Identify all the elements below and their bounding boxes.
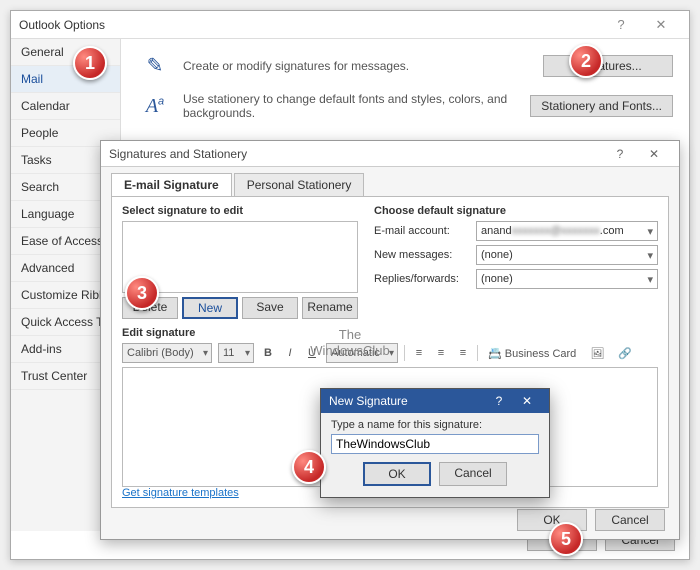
bold-button[interactable]: B — [260, 346, 276, 360]
signature-listbox[interactable] — [122, 221, 358, 293]
select-signature-label: Select signature to edit — [122, 205, 358, 217]
stationery-fonts-button[interactable]: Stationery and Fonts... — [530, 95, 673, 117]
email-account-label: E-mail account: — [374, 225, 470, 237]
callout-2: 2 — [569, 44, 603, 78]
rename-button[interactable]: Rename — [302, 297, 358, 319]
new-messages-select[interactable]: (none)▾ — [476, 245, 658, 265]
new-signature-titlebar: New Signature ? ✕ — [321, 389, 549, 413]
tab-personal-stationery[interactable]: Personal Stationery — [234, 173, 365, 196]
save-button[interactable]: Save — [242, 297, 298, 319]
close-icon[interactable]: ✕ — [641, 17, 681, 33]
chevron-down-icon: ▾ — [647, 273, 653, 286]
insert-image-icon[interactable]: 🖼 — [586, 346, 608, 361]
new-button[interactable]: New — [182, 297, 238, 319]
chevron-down-icon: ▾ — [647, 225, 653, 238]
new-messages-label: New messages: — [374, 249, 470, 261]
signatures-button[interactable]: Signatures... — [543, 55, 673, 77]
new-signature-ok-button[interactable]: OK — [363, 462, 431, 486]
italic-button[interactable]: I — [282, 346, 298, 360]
help-icon[interactable]: ? — [601, 17, 641, 32]
sidebar-item-calendar[interactable]: Calendar — [11, 93, 120, 120]
callout-5: 5 — [549, 522, 583, 556]
chevron-down-icon: ▾ — [647, 249, 653, 262]
signature-name-prompt: Type a name for this signature: — [331, 419, 539, 431]
new-signature-dialog: New Signature ? ✕ Type a name for this s… — [320, 388, 550, 498]
help-icon[interactable]: ? — [485, 394, 513, 408]
align-left-icon[interactable]: ≡ — [411, 346, 427, 360]
outlook-options-titlebar: Outlook Options ? ✕ — [11, 11, 689, 39]
tab-email-signature[interactable]: E-mail Signature — [111, 173, 232, 196]
default-signature-label: Choose default signature — [374, 205, 658, 217]
font-color-select[interactable]: Automatic — [326, 343, 398, 363]
align-right-icon[interactable]: ≡ — [455, 346, 471, 360]
stationery-desc: Use stationery to change default fonts a… — [183, 92, 520, 120]
window-title: Outlook Options — [19, 18, 105, 32]
insert-link-icon[interactable]: 🔗 — [614, 346, 636, 361]
business-card-button[interactable]: 📇 Business Card — [484, 346, 580, 361]
callout-4: 4 — [292, 450, 326, 484]
help-icon[interactable]: ? — [603, 147, 637, 161]
align-center-icon[interactable]: ≡ — [433, 346, 449, 360]
new-signature-cancel-button[interactable]: Cancel — [439, 462, 507, 486]
close-icon[interactable]: ✕ — [513, 394, 541, 408]
signatures-titlebar: Signatures and Stationery ? ✕ — [101, 141, 679, 167]
signature-icon: ✎ — [147, 53, 164, 78]
signatures-desc: Create or modify signatures for messages… — [183, 59, 533, 73]
account-blurred: xxxxxxx@xxxxxxx — [512, 225, 600, 237]
font-size-select[interactable]: 11 — [218, 343, 254, 363]
editor-toolbar: Calibri (Body) 11 B I U Automatic ≡ ≡ ≡ … — [122, 343, 658, 363]
replies-forwards-select[interactable]: (none)▾ — [476, 269, 658, 289]
close-icon[interactable]: ✕ — [637, 147, 671, 161]
edit-signature-label: Edit signature — [122, 327, 658, 339]
replies-forwards-label: Replies/forwards: — [374, 273, 470, 285]
callout-1: 1 — [73, 46, 107, 80]
signatures-cancel-button[interactable]: Cancel — [595, 509, 665, 531]
callout-3: 3 — [125, 276, 159, 310]
email-account-select[interactable]: anandxxxxxxx@xxxxxxx.com ▾ — [476, 221, 658, 241]
signatures-title: Signatures and Stationery — [109, 147, 247, 161]
signature-name-input[interactable] — [331, 434, 539, 454]
underline-button[interactable]: U — [304, 346, 320, 360]
get-templates-link[interactable]: Get signature templates — [122, 487, 239, 499]
new-signature-title: New Signature — [329, 394, 408, 408]
font-aa-icon: Aa — [146, 95, 164, 118]
font-family-select[interactable]: Calibri (Body) — [122, 343, 212, 363]
